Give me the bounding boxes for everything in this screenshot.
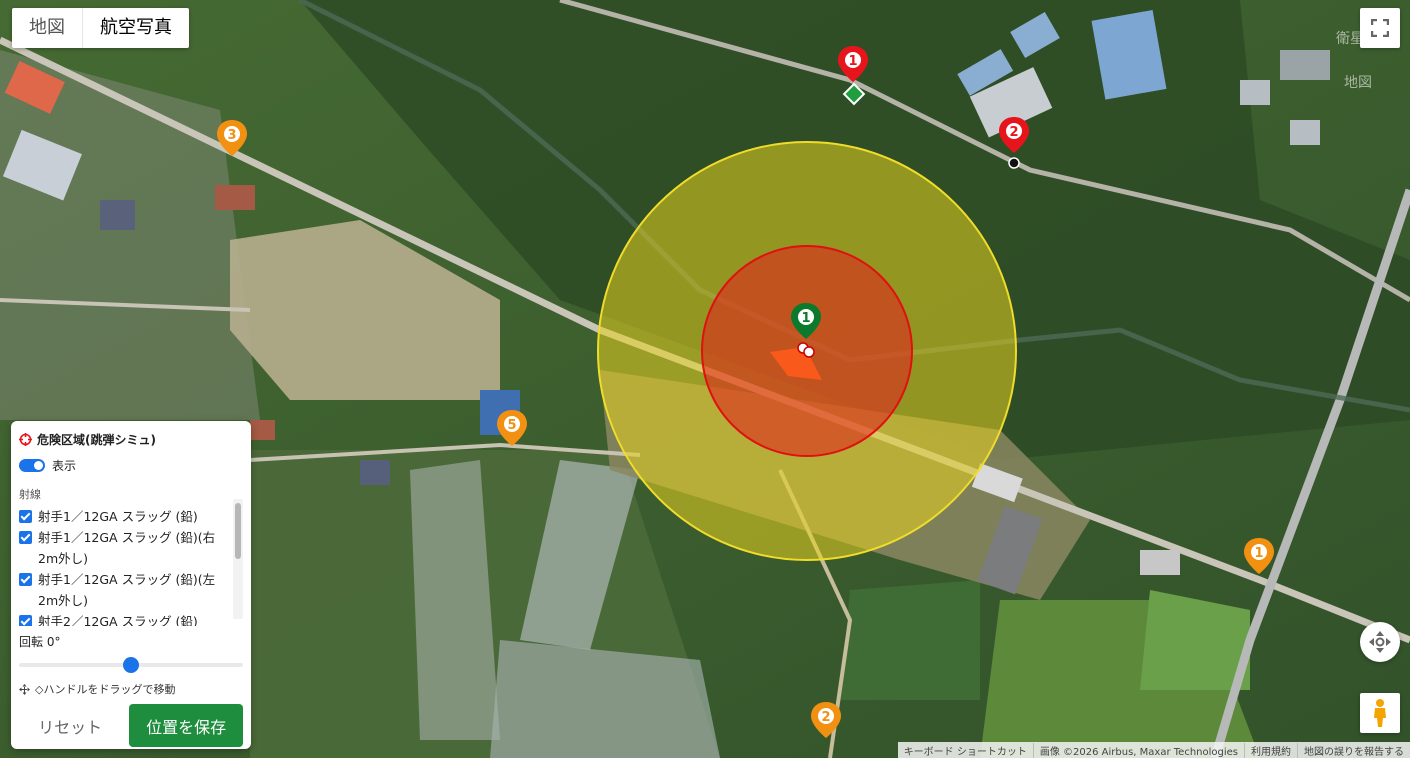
- display-toggle-row: 表示: [19, 457, 243, 474]
- point-marker-3[interactable]: 3: [217, 120, 247, 160]
- fullscreen-button[interactable]: [1360, 8, 1400, 48]
- list-item-label: 射手2／12GA スラッグ (鉛): [38, 614, 198, 626]
- panel-header: 危険区域(跳弾シミュ): [19, 431, 243, 448]
- panel-title: 危険区域(跳弾シミュ): [37, 433, 156, 447]
- list-item[interactable]: 射手2／12GA スラッグ (鉛): [19, 611, 243, 626]
- point-marker-1[interactable]: 1: [1244, 538, 1274, 578]
- move-icon: [19, 683, 30, 695]
- map-type-satellite-button[interactable]: 航空写真: [82, 8, 189, 48]
- marker-label: 1: [848, 54, 857, 69]
- reset-button[interactable]: リセット: [19, 704, 122, 747]
- checkbox-checked-icon[interactable]: [19, 573, 32, 586]
- list-item[interactable]: 射手1／12GA スラッグ (鉛)(左2m外し): [19, 569, 243, 611]
- point-marker-5[interactable]: 5: [497, 410, 527, 450]
- shooter-marker-1[interactable]: 1: [838, 46, 868, 86]
- marker-label: 5: [507, 418, 516, 433]
- impact-point-handle-2[interactable]: [803, 346, 815, 358]
- report-error-link[interactable]: 地図の誤りを報告する: [1297, 742, 1410, 758]
- rotation-label: 回転 0°: [19, 635, 61, 649]
- point-marker-2[interactable]: 2: [811, 702, 841, 742]
- map-type-roadmap-button[interactable]: 地図: [12, 8, 82, 48]
- fullscreen-icon: [1371, 19, 1389, 37]
- faint-map-label: 地図: [1344, 75, 1372, 91]
- lines-of-fire-label: 射線: [19, 488, 41, 501]
- street-view-button[interactable]: [1360, 693, 1400, 733]
- marker-label: 1: [801, 311, 810, 326]
- list-item[interactable]: 射手1／12GA スラッグ (鉛): [19, 506, 243, 527]
- list-item-label: 射手1／12GA スラッグ (鉛)(右2m外し): [38, 530, 216, 566]
- marker-label: 2: [1009, 125, 1018, 140]
- list-item-label: 射手1／12GA スラッグ (鉛)(左2m外し): [38, 572, 216, 608]
- target-marker-1[interactable]: 1: [791, 303, 821, 343]
- camera-move-icon: [1369, 631, 1391, 653]
- map-type-control: 地図 航空写真: [12, 8, 189, 48]
- crosshair-icon: [19, 433, 32, 446]
- marker-label: 3: [227, 128, 236, 143]
- marker-label: 1: [1254, 546, 1263, 561]
- shooter-position-handle[interactable]: [842, 82, 866, 106]
- shooter-marker-2[interactable]: 2: [999, 117, 1029, 157]
- drag-hint: ◇ハンドルをドラッグで移動: [19, 681, 243, 697]
- camera-control-button[interactable]: [1360, 622, 1400, 662]
- danger-zone-panel: 危険区域(跳弾シミュ) 表示 射線 射手1／12GA スラッグ (鉛) 射手1／…: [11, 421, 251, 749]
- street-view-pegman-icon: [1374, 699, 1386, 727]
- list-item[interactable]: 射手1／12GA スラッグ (鉛)(右2m外し): [19, 527, 243, 569]
- save-position-button[interactable]: 位置を保存: [129, 704, 243, 747]
- list-item-label: 射手1／12GA スラッグ (鉛): [38, 509, 198, 524]
- map-attribution-bar: キーボード ショートカット 画像 ©2026 Airbus, Maxar Tec…: [897, 742, 1410, 758]
- shooter-2-position-dot[interactable]: [1007, 156, 1021, 170]
- scrollbar-thumb[interactable]: [235, 503, 241, 559]
- terms-link[interactable]: 利用規約: [1244, 742, 1297, 758]
- checkbox-checked-icon[interactable]: [19, 510, 32, 523]
- display-toggle-switch[interactable]: [19, 459, 45, 472]
- marker-label: 2: [821, 710, 830, 725]
- checkbox-checked-icon[interactable]: [19, 615, 32, 626]
- checkbox-checked-icon[interactable]: [19, 531, 32, 544]
- drag-hint-text: ◇ハンドルをドラッグで移動: [35, 683, 176, 696]
- imagery-copyright: 画像 ©2026 Airbus, Maxar Technologies: [1032, 742, 1244, 758]
- slider-thumb[interactable]: [123, 657, 139, 673]
- panel-actions: リセット 位置を保存: [19, 704, 243, 747]
- line-of-fire-list: 射手1／12GA スラッグ (鉛) 射手1／12GA スラッグ (鉛)(右2m外…: [19, 506, 243, 626]
- keyboard-shortcuts-link[interactable]: キーボード ショートカット: [898, 743, 1033, 758]
- list-scrollbar[interactable]: [233, 499, 243, 619]
- rotation-slider[interactable]: [19, 654, 243, 674]
- display-toggle-label: 表示: [52, 459, 77, 473]
